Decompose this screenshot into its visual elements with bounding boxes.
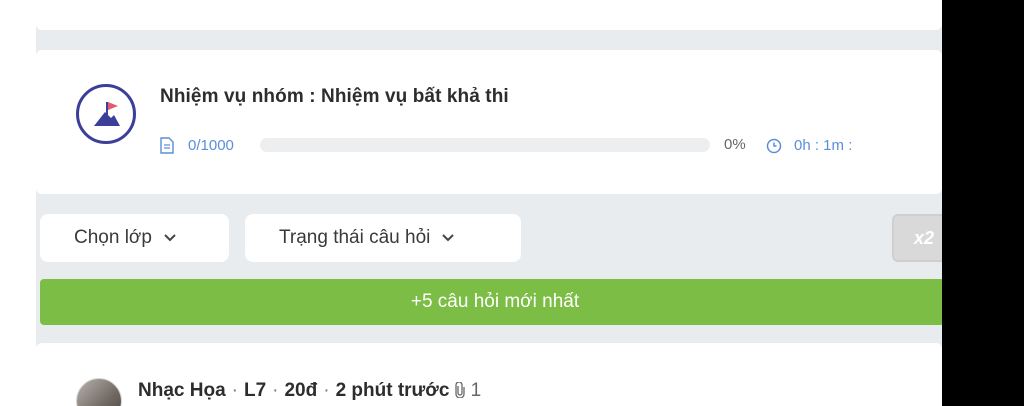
progress-percent: 0% <box>724 136 746 153</box>
paperclip-icon <box>455 381 466 399</box>
mission-card[interactable] <box>36 50 942 194</box>
feed-viewport: Nhiệm vụ nhóm : Nhiệm vụ bất khả thi 0/1… <box>36 0 942 406</box>
flag-mountain-icon <box>76 84 136 144</box>
answer-count: 0/1000 <box>188 137 234 154</box>
class-select-label: Chọn lớp <box>74 227 152 248</box>
clock-icon <box>766 138 782 154</box>
question-meta: Nhạc Họa · L7 · 20đ · 2 phút trước 1 <box>138 380 482 401</box>
question-card[interactable]: Nhạc Họa · L7 · 20đ · 2 phút trước 1 <box>36 343 942 406</box>
avatar[interactable] <box>76 378 122 406</box>
mission-timer: 0h : 1m : <box>794 137 853 154</box>
mission-progress: 0/1000 0% 0h : 1m : <box>160 136 920 156</box>
user-level: L7 <box>243 380 267 401</box>
attachment-count: 1 <box>470 380 482 401</box>
chevron-down-icon <box>442 234 455 242</box>
progress-bar <box>260 138 710 152</box>
new-questions-label: +5 câu hỏi mới nhất <box>410 291 580 312</box>
new-questions-banner[interactable]: +5 câu hỏi mới nhất <box>40 279 942 325</box>
previous-card <box>36 0 942 30</box>
chevron-down-icon <box>164 234 176 242</box>
document-icon <box>160 137 174 154</box>
class-select[interactable]: Chọn lớp <box>40 214 229 262</box>
mission-title: Nhiệm vụ nhóm : Nhiệm vụ bất khả thi <box>160 86 509 107</box>
status-select[interactable]: Trạng thái câu hỏi <box>245 214 521 262</box>
question-points: 20đ <box>284 380 318 401</box>
post-time: 2 phút trước <box>335 380 450 401</box>
left-gutter <box>0 0 36 406</box>
x2-button[interactable]: x2 <box>892 214 942 262</box>
status-select-label: Trạng thái câu hỏi <box>279 227 431 248</box>
username[interactable]: Nhạc Họa <box>138 380 226 401</box>
